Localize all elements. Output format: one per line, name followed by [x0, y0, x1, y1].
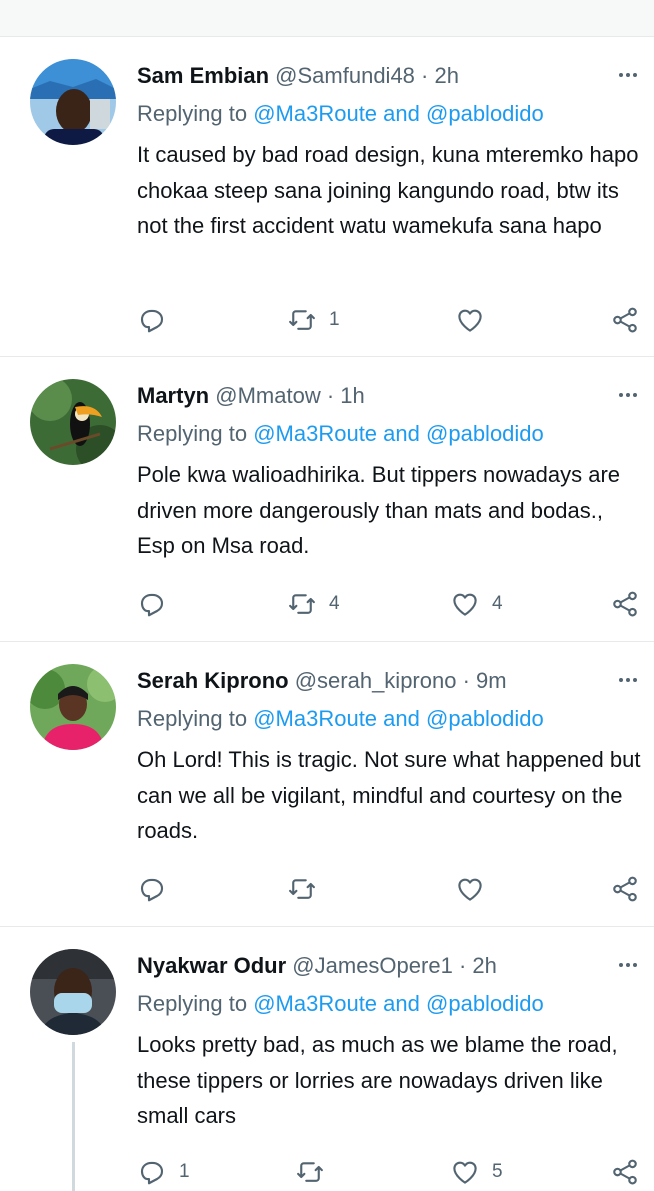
display-name[interactable]: Serah Kiprono — [137, 668, 289, 693]
mention-link[interactable]: @Ma3Route — [253, 991, 377, 1016]
retweet-icon — [297, 1162, 323, 1182]
reply-tweet[interactable]: Nyakwar Odur @JamesOpere1 · 2h Replying … — [0, 927, 654, 1191]
mention-link[interactable]: @Ma3Route — [253, 421, 377, 446]
reply-tweet[interactable]: Martyn @Mmatow · 1h Replying to @Ma3Rout… — [0, 357, 654, 642]
mention-link[interactable]: @pablodido — [426, 706, 544, 731]
reply-count: 1 — [179, 1161, 190, 1182]
avatar[interactable] — [30, 59, 116, 145]
like-button[interactable]: 4 — [450, 587, 503, 621]
more-options-icon[interactable] — [612, 951, 644, 979]
reply-button[interactable] — [137, 587, 179, 621]
heart-icon — [453, 593, 477, 616]
share-icon — [613, 307, 637, 333]
tweet-text: Pole kwa walioadhirika. But tippers nowa… — [137, 462, 621, 558]
share-icon — [613, 591, 637, 617]
reply-icon — [140, 878, 164, 902]
reply-button[interactable] — [137, 303, 179, 337]
user-handle[interactable]: @JamesOpere1 — [292, 953, 453, 978]
mention-link[interactable]: @Ma3Route — [253, 706, 377, 731]
heart-icon — [453, 1161, 477, 1184]
action-bar: 1 5 — [137, 1155, 647, 1189]
tweet-text: Looks pretty bad, as much as we blame th… — [137, 1032, 618, 1128]
tweet-header: Martyn @Mmatow · 1h — [137, 383, 634, 415]
action-bar: 1 — [137, 303, 647, 337]
like-button[interactable] — [455, 303, 497, 337]
separator-dot: · — [326, 383, 335, 408]
replying-label: Replying to — [137, 706, 248, 731]
tweet-header: Nyakwar Odur @JamesOpere1 · 2h — [137, 953, 634, 985]
tweet-header: Sam Embian @Samfundi48 · 2h — [137, 63, 634, 95]
timestamp[interactable]: 1h — [340, 383, 364, 408]
tweet-text: It caused by bad road design, kuna mtere… — [137, 142, 639, 238]
heart-icon — [458, 309, 482, 332]
timestamp[interactable]: 2h — [472, 953, 496, 978]
and-text: and — [383, 706, 420, 731]
tweet-text: Oh Lord! This is tragic. Not sure what h… — [137, 747, 641, 843]
mention-link[interactable]: @Ma3Route — [253, 101, 377, 126]
share-button[interactable] — [610, 303, 640, 337]
share-button[interactable] — [610, 587, 640, 621]
share-icon — [613, 876, 637, 902]
retweet-count: 4 — [329, 593, 340, 614]
mention-link[interactable]: @pablodido — [426, 991, 544, 1016]
replying-to: Replying to @Ma3Route and @pablodido — [137, 706, 544, 732]
retweet-count: 1 — [329, 309, 340, 330]
action-bar — [137, 872, 647, 906]
action-bar: 4 4 — [137, 587, 647, 621]
retweet-icon — [289, 879, 315, 899]
avatar[interactable] — [30, 379, 116, 465]
retweet-button[interactable]: 4 — [287, 587, 340, 621]
and-text: and — [383, 421, 420, 446]
separator-dot: · — [421, 63, 429, 88]
like-button[interactable]: 5 — [450, 1155, 503, 1189]
separator-dot: · — [462, 668, 470, 693]
reply-icon — [140, 1161, 164, 1185]
display-name[interactable]: Martyn — [137, 383, 209, 408]
mention-link[interactable]: @pablodido — [426, 421, 544, 446]
retweet-button[interactable] — [287, 872, 329, 906]
replying-label: Replying to — [137, 101, 248, 126]
replying-label: Replying to — [137, 991, 248, 1016]
like-count: 5 — [492, 1161, 503, 1182]
reply-icon — [140, 593, 164, 617]
avatar[interactable] — [30, 664, 116, 750]
like-count: 4 — [492, 593, 503, 614]
share-button[interactable] — [610, 1155, 640, 1189]
share-button[interactable] — [610, 872, 640, 906]
more-options-icon[interactable] — [612, 666, 644, 694]
top-strip — [0, 0, 654, 37]
reply-icon — [140, 309, 164, 333]
retweet-button[interactable] — [295, 1155, 337, 1189]
more-options-icon[interactable] — [612, 61, 644, 89]
retweet-icon — [289, 310, 315, 330]
replying-to: Replying to @Ma3Route and @pablodido — [137, 101, 544, 127]
avatar[interactable] — [30, 949, 116, 1035]
replying-label: Replying to — [137, 421, 248, 446]
separator-dot: · — [458, 953, 467, 978]
reply-button[interactable] — [137, 872, 179, 906]
timestamp[interactable]: 2h — [435, 63, 459, 88]
and-text: and — [383, 991, 420, 1016]
reply-button[interactable]: 1 — [137, 1155, 190, 1189]
tweet-header: Serah Kiprono @serah_kiprono · 9m — [137, 668, 634, 700]
display-name[interactable]: Nyakwar Odur — [137, 953, 286, 978]
reply-tweet[interactable]: Sam Embian @Samfundi48 · 2h Replying to … — [0, 37, 654, 357]
display-name[interactable]: Sam Embian — [137, 63, 269, 88]
heart-icon — [458, 878, 482, 901]
timestamp[interactable]: 9m — [476, 668, 507, 693]
like-button[interactable] — [455, 872, 497, 906]
replying-to: Replying to @Ma3Route and @pablodido — [137, 421, 544, 447]
more-options-icon[interactable] — [612, 381, 644, 409]
user-handle[interactable]: @Mmatow — [215, 383, 320, 408]
retweet-icon — [289, 594, 315, 614]
replying-to: Replying to @Ma3Route and @pablodido — [137, 991, 544, 1017]
mention-link[interactable]: @pablodido — [426, 101, 544, 126]
user-handle[interactable]: @serah_kiprono — [295, 668, 457, 693]
user-handle[interactable]: @Samfundi48 — [275, 63, 415, 88]
share-icon — [613, 1159, 637, 1185]
and-text: and — [383, 101, 420, 126]
reply-tweet[interactable]: Serah Kiprono @serah_kiprono · 9m Replyi… — [0, 642, 654, 927]
retweet-button[interactable]: 1 — [287, 303, 340, 337]
